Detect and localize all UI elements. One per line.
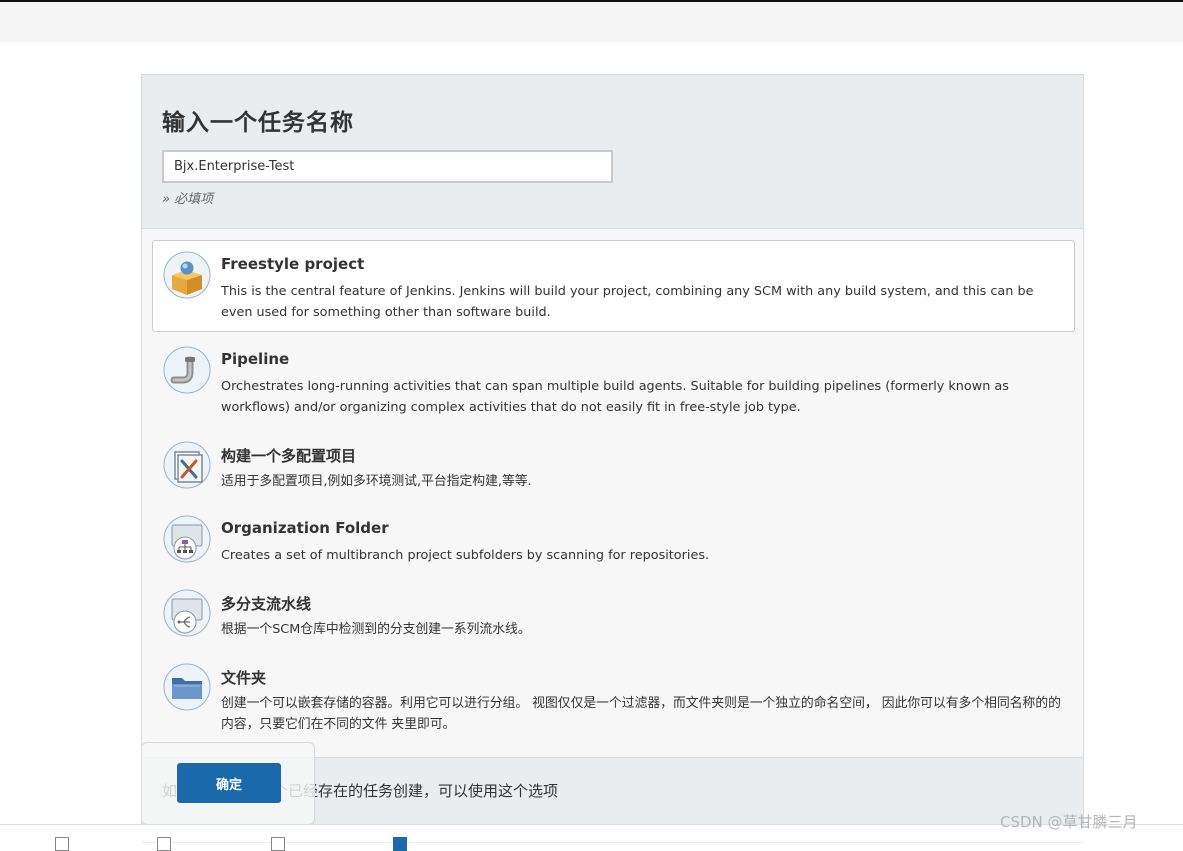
copy-from-label-end: 个已经存在的任务创建，可以使用这个选项: [273, 782, 559, 800]
multibranch-icon: [163, 589, 211, 637]
project-type-pipeline[interactable]: Pipeline Orchestrates long-running activ…: [152, 335, 1075, 427]
type-description: This is the central feature of Jenkins. …: [221, 284, 1034, 320]
type-description: Orchestrates long-running activities tha…: [221, 379, 1009, 415]
project-type-multibranch-pipeline[interactable]: 多分支流水线 根据一个SCM仓库中检测到的分支创建一系列流水线。: [152, 578, 1075, 648]
watermark: CSDN @草甘膦三月: [1000, 813, 1138, 831]
multi-config-icon: [163, 441, 211, 489]
required-hint: » 必填项: [162, 192, 214, 207]
type-description: 根据一个SCM仓库中检测到的分支创建一系列流水线。: [221, 622, 531, 637]
item-name-section: 输入一个任务名称 » 必填项: [142, 75, 1083, 229]
type-name: 多分支流水线: [221, 595, 312, 613]
item-name-input[interactable]: [162, 150, 613, 183]
bottom-checkbox[interactable]: [55, 837, 69, 851]
bottom-checkbox[interactable]: [271, 837, 285, 851]
pipeline-icon: [163, 346, 211, 394]
bottom-checkbox[interactable]: [157, 837, 171, 851]
type-name: Organization Folder: [221, 519, 389, 537]
type-name: 构建一个多配置项目: [221, 447, 357, 465]
project-type-multi-config[interactable]: 构建一个多配置项目 适用于多配置项目,例如多环境测试,平台指定构建,等等.: [152, 430, 1075, 500]
project-type-folder[interactable]: 文件夹 创建一个可以嵌套存储的容器。利用它可以进行分组。 视图仅仅是一个过滤器，…: [152, 652, 1075, 742]
project-type-freestyle[interactable]: Freestyle project This is the central fe…: [152, 240, 1075, 332]
type-name: 文件夹: [221, 669, 267, 687]
new-item-panel: 输入一个任务名称 » 必填项 Freestyle project This is…: [141, 74, 1084, 843]
folder-icon: [163, 663, 211, 711]
bottom-checkbox[interactable]: [393, 837, 407, 851]
type-name: Pipeline: [221, 350, 290, 368]
freestyle-box-icon: [163, 251, 211, 299]
organization-folder-icon: [163, 515, 211, 563]
type-description: 创建一个可以嵌套存储的容器。利用它可以进行分组。 视图仅仅是一个过滤器，而文件夹…: [221, 696, 1061, 732]
ok-button[interactable]: 确定: [177, 763, 281, 803]
top-header-bar: [0, 2, 1183, 42]
type-description: Creates a set of multibranch project sub…: [221, 548, 710, 563]
project-type-organization-folder[interactable]: Organization Folder Creates a set of mul…: [152, 504, 1075, 574]
type-name: Freestyle project: [221, 255, 365, 273]
type-description: 适用于多配置项目,例如多环境测试,平台指定构建,等等.: [221, 474, 532, 489]
page-title: 输入一个任务名称: [162, 110, 354, 136]
